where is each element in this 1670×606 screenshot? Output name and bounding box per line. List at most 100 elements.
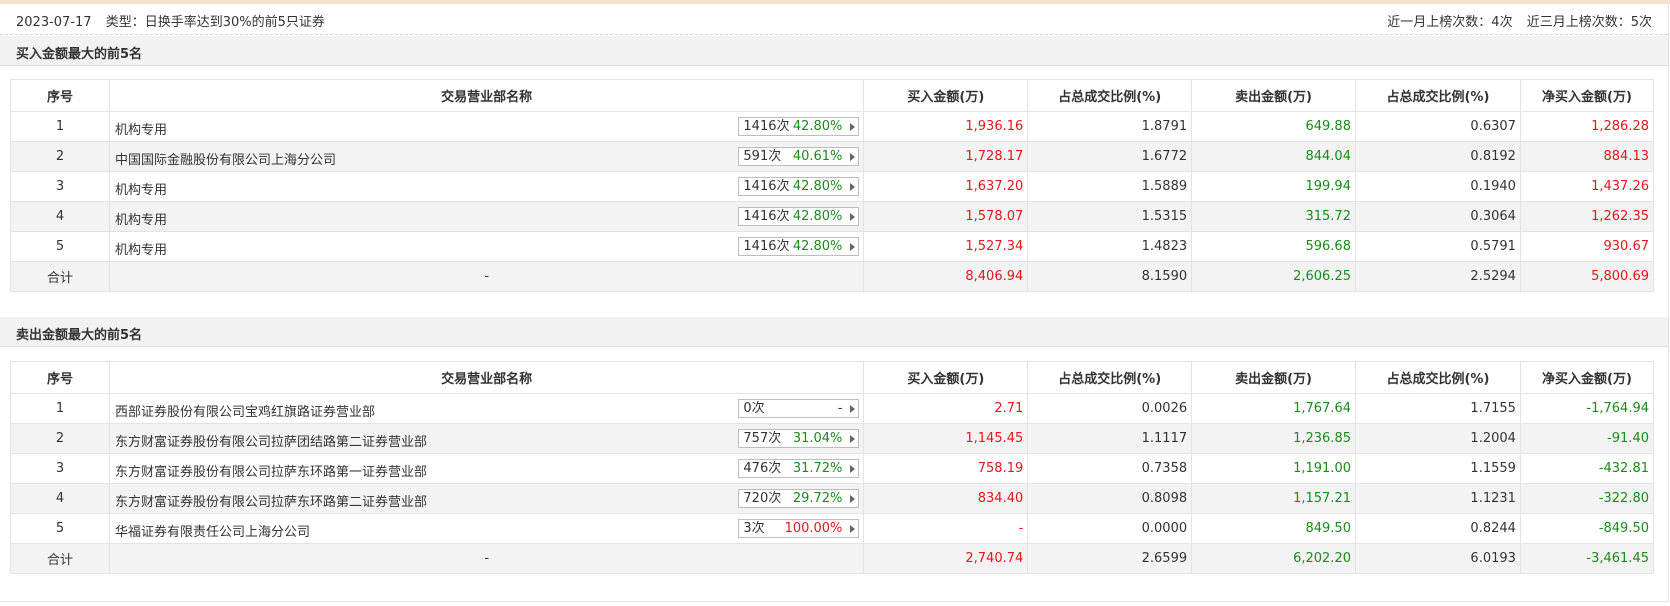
caret-right-icon[interactable] [850,183,856,191]
branch-name-cell: 西部证券股份有限公司宝鸡红旗路证券营业部 0次 - [108,393,865,424]
header-left: 2023-07-17 类型：日换手率达到30%的前5只证券 [16,11,325,30]
net-amount: 1,286.28 [1519,111,1655,142]
caret-right-icon[interactable] [850,465,856,473]
caret-right-icon[interactable] [850,153,856,161]
column-header: 卖出金额(万) [1191,79,1356,112]
row-index: 1 [10,111,110,142]
win-rate: 31.04% [792,431,843,446]
branch-stats-dropdown[interactable]: 1416次 42.80% [738,177,860,196]
branch-stats-dropdown[interactable]: 0次 - [738,399,860,418]
branch-name[interactable]: 机构专用 [115,209,167,228]
win-rate: 31.72% [792,461,843,476]
branch-name[interactable]: 东方财富证券股份有限公司拉萨东环路第二证券营业部 [115,491,427,510]
sell-ratio: 1.2004 [1354,423,1521,454]
win-rate: 42.80% [792,209,843,224]
win-rate: 42.80% [792,179,843,194]
column-header: 占总成交比例(%) [1027,79,1193,112]
branch-name[interactable]: 西部证券股份有限公司宝鸡红旗路证券营业部 [115,401,375,420]
sell-amount: 849.50 [1191,513,1356,544]
net-amount: -1,764.94 [1519,393,1655,424]
branch-name-cell: 机构专用 1416次 42.80% [108,111,865,142]
table-row[interactable]: 5 机构专用 1416次 42.80% 1,527.34 1.4823 596.68 0.57… [10,231,1655,262]
sell-amount: 1,236.85 [1191,423,1356,454]
column-header: 买入金额(万) [863,361,1029,394]
total-sell-ratio: 6.0193 [1354,543,1521,574]
buy-ratio: 1.8791 [1027,111,1193,142]
buy-amount: 1,936.16 [863,111,1029,142]
branch-name[interactable]: 机构专用 [115,179,167,198]
column-header: 卖出金额(万) [1191,361,1356,394]
caret-right-icon[interactable] [850,243,856,251]
sell-table-body: 1 西部证券股份有限公司宝鸡红旗路证券营业部 0次 - 2.71 0.0026 1,767.… [10,393,1655,574]
panel-header: 2023-07-17 类型：日换手率达到30%的前5只证券 近一月上榜次数：4次… [0,4,1668,35]
branch-stats-dropdown[interactable]: 720次 29.72% [738,489,860,508]
header-right: 近一月上榜次数：4次 近三月上榜次数：5次 [1377,11,1652,30]
branch-stats-dropdown[interactable]: 476次 31.72% [738,459,860,478]
table-row[interactable]: 3 机构专用 1416次 42.80% 1,637.20 1.5889 199.94 0.19… [10,171,1655,202]
branch-name[interactable]: 东方财富证券股份有限公司拉萨团结路第二证券营业部 [115,431,427,450]
branch-stats-dropdown[interactable]: 1416次 42.80% [738,237,860,256]
column-header: 占总成交比例(%) [1354,361,1521,394]
net-amount: -849.50 [1519,513,1655,544]
win-rate: 100.00% [784,521,843,536]
caret-right-icon[interactable] [850,435,856,443]
sell-section-title: 卖出金额最大的前5名 [0,317,1668,347]
branch-name[interactable]: 机构专用 [115,119,167,138]
branch-stats-dropdown[interactable]: 1416次 42.80% [738,117,860,136]
net-amount: 1,262.35 [1519,201,1655,232]
buy-amount: 1,578.07 [863,201,1029,232]
total-buy: 8,406.94 [863,261,1029,292]
branch-name-cell: 机构专用 1416次 42.80% [108,231,865,262]
table-row[interactable]: 2 东方财富证券股份有限公司拉萨团结路第二证券营业部 757次 31.04% 1,145… [10,423,1655,454]
column-header: 净买入金额(万) [1519,79,1655,112]
sell-amount: 844.04 [1191,141,1356,172]
listed-count: 3次 [743,521,765,536]
table-row[interactable]: 1 机构专用 1416次 42.80% 1,936.16 1.8791 649.88 0.63… [10,111,1655,142]
branch-name-cell: 中国国际金融股份有限公司上海分公司 591次 40.61% [108,141,865,172]
table-row[interactable]: 2 中国国际金融股份有限公司上海分公司 591次 40.61% 1,728.17 1.67… [10,141,1655,172]
total-row: 合计 -2,740.74 2.6599 6,202.20 6.0193 -3,461.45 [10,543,1655,574]
sell-amount: 199.94 [1191,171,1356,202]
sell-ratio: 1.1559 [1354,453,1521,484]
branch-name[interactable]: 华福证券有限责任公司上海分公司 [115,521,310,540]
table-row[interactable]: 4 机构专用 1416次 42.80% 1,578.07 1.5315 315.72 0.30… [10,201,1655,232]
table-row[interactable]: 5 华福证券有限责任公司上海分公司 3次 100.00% -0.0000 849.50 0.… [10,513,1655,544]
caret-right-icon[interactable] [850,495,856,503]
table-row[interactable]: 1 西部证券股份有限公司宝鸡红旗路证券营业部 0次 - 2.71 0.0026 1,767.… [10,393,1655,424]
sell-amount: 1,157.21 [1191,483,1356,514]
win-rate: 42.80% [792,119,843,134]
total-net: 5,800.69 [1519,261,1655,292]
table-row[interactable]: 3 东方财富证券股份有限公司拉萨东环路第一证券营业部 476次 31.72% 758.1… [10,453,1655,484]
listed-count: 1416次 [743,119,790,134]
branch-stats-dropdown[interactable]: 591次 40.61% [738,147,860,166]
win-rate: - [837,401,843,416]
sell-ratio: 1.1231 [1354,483,1521,514]
buy-amount: 1,527.34 [863,231,1029,262]
sell-ratio: 0.8244 [1354,513,1521,544]
listed-count: 591次 [743,149,782,164]
row-index: 5 [10,231,110,262]
buy-ratio: 1.4823 [1027,231,1193,262]
row-index: 2 [10,423,110,454]
total-net: -3,461.45 [1519,543,1655,574]
caret-right-icon[interactable] [850,213,856,221]
caret-right-icon[interactable] [850,405,856,413]
column-header: 交易营业部名称 [108,79,865,112]
branch-name[interactable]: 东方财富证券股份有限公司拉萨东环路第一证券营业部 [115,461,427,480]
row-index: 3 [10,171,110,202]
caret-right-icon[interactable] [850,525,856,533]
branch-stats-dropdown[interactable]: 757次 31.04% [738,429,860,448]
lhb-panel: 2023-07-17 类型：日换手率达到30%的前5只证券 近一月上榜次数：4次… [0,4,1669,602]
column-header: 序号 [10,361,110,394]
sell-ratio: 0.5791 [1354,231,1521,262]
buy-ratio: 0.0026 [1027,393,1193,424]
branch-stats-dropdown[interactable]: 3次 100.00% [738,519,860,538]
total-label: 合计 [10,543,110,574]
row-index: 5 [10,513,110,544]
caret-right-icon[interactable] [850,123,856,131]
listed-count: 757次 [743,431,782,446]
branch-name[interactable]: 中国国际金融股份有限公司上海分公司 [115,149,336,168]
branch-name[interactable]: 机构专用 [115,239,167,258]
table-row[interactable]: 4 东方财富证券股份有限公司拉萨东环路第二证券营业部 720次 29.72% 834.4… [10,483,1655,514]
branch-stats-dropdown[interactable]: 1416次 42.80% [738,207,860,226]
